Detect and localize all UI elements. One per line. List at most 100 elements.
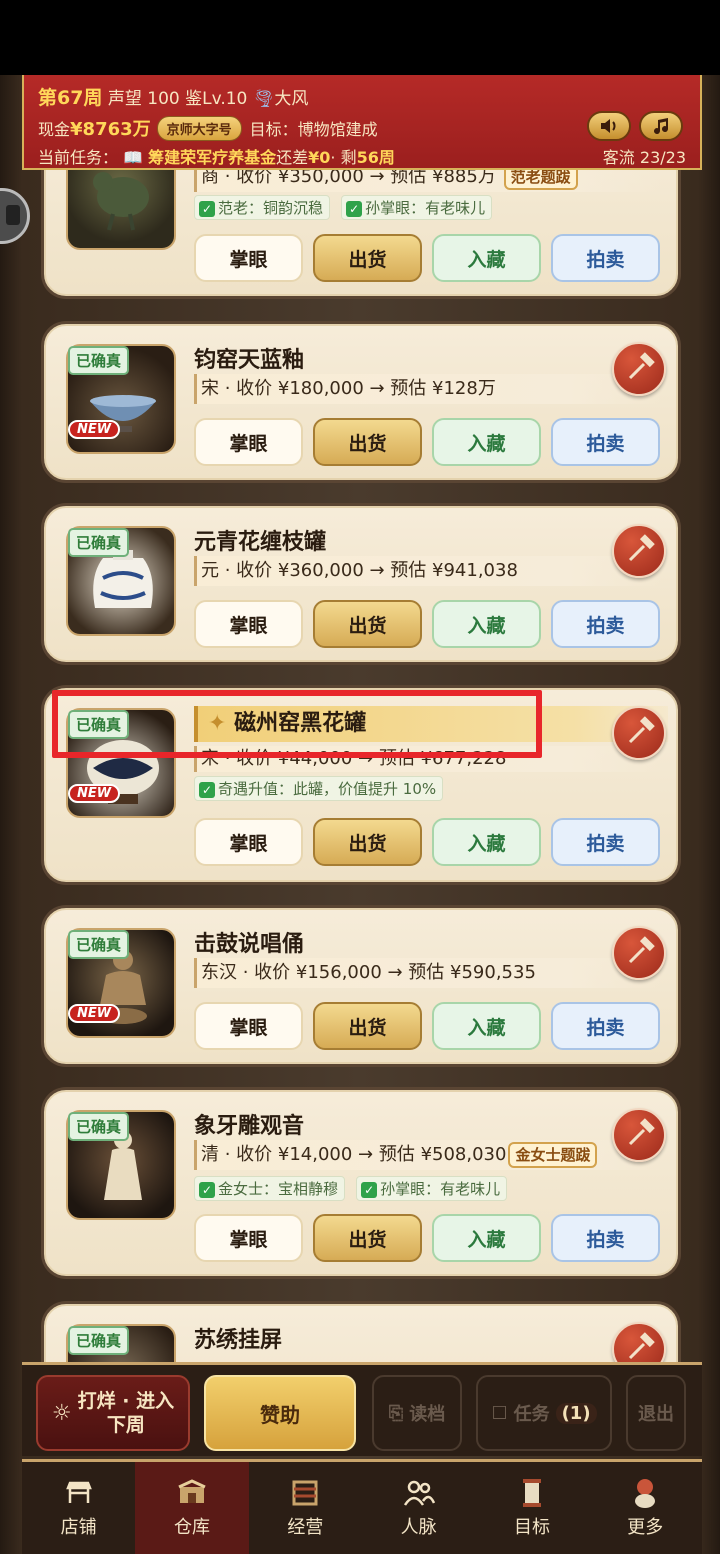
sound-button[interactable] [587,111,631,141]
item-price-info: 宋 · 收价 ¥180,000 → 预估 ¥128万 [194,374,662,404]
trait-chip: ✓ 孙掌眼：有老味儿 [341,195,493,220]
nav-shop[interactable]: 店铺 [22,1462,135,1554]
item-traits: ✓ 奇遇升值：此罐，价值提升 10% [194,776,449,801]
item-traits: ✓ 金女士：宝相静穆 ✓ 孙掌眼：有老味儿 [194,1176,513,1201]
next-week-label: 打烊 · 进入 下周 [78,1389,174,1437]
appraise-button[interactable]: 掌眼 [194,234,303,282]
highlight-annotation-box [52,690,542,758]
ship-button[interactable]: 出货 [313,818,422,866]
trait-chip: ✓ 范老：铜韵沉稳 [194,195,331,220]
auction-button[interactable]: 拍卖 [551,418,660,466]
trait-text: 金女士：宝相静穆 [218,1180,339,1198]
sponsor-button[interactable]: 赞助 [204,1375,356,1451]
collect-button[interactable]: 入藏 [432,600,541,648]
appraise-button[interactable]: 掌眼 [194,818,303,866]
item-card: 已确真 象牙雕观音 清 · 收价 ¥14,000 → 预估 ¥508,030 金女… [44,1090,678,1276]
auction-hammer-button[interactable] [612,342,666,396]
item-price-info: 清 · 收价 ¥14,000 → 预估 ¥508,030 金女士题跋 [194,1140,662,1170]
status-line-1: 第67周 声望 100 鉴Lv.10 🌪大风 [38,83,308,110]
item-actions: 掌眼 出货 入藏 拍卖 [194,1002,660,1050]
item-title: 钧窑天蓝釉 [194,348,305,373]
warehouse-icon [176,1477,208,1509]
inscription-tag: 金女士题跋 [508,1142,598,1168]
nav-business[interactable]: 经营 [249,1462,362,1554]
item-title: 击鼓说唱俑 [194,932,305,957]
nav-warehouse[interactable]: 仓库 [135,1462,249,1554]
auction-button[interactable]: 拍卖 [551,1002,660,1050]
appraise-button[interactable]: 掌眼 [194,418,303,466]
trait-text: 孙掌眼：有老味儿 [380,1180,501,1198]
appraise-button[interactable]: 掌眼 [194,600,303,648]
auction-button[interactable]: 拍卖 [551,600,660,648]
shop-icon [63,1477,95,1509]
item-actions: 掌眼 出货 入藏 拍卖 [194,234,660,282]
auction-button[interactable]: 拍卖 [551,234,660,282]
tasks-button[interactable]: ☐ 任务 (1) [476,1375,612,1451]
sun-icon: ☼ [51,1400,72,1426]
scroll-icon [516,1477,548,1509]
people-icon [403,1477,435,1509]
auction-hammer-button[interactable] [612,1108,666,1162]
hammer-icon [628,716,655,744]
week-label: 第67周 [38,87,103,109]
music-note-icon [654,118,669,135]
new-badge: NEW [68,784,121,803]
item-price-text: 清 · 收价 ¥14,000 → 预估 ¥508,030 [201,1144,507,1165]
task-label: 任务 [513,1404,550,1425]
nav-goals[interactable]: 目标 [475,1462,588,1554]
item-thumbnail [66,170,176,250]
handle-icon [6,205,20,225]
bronze-bird-image [93,172,149,231]
ship-button[interactable]: 出货 [313,600,422,648]
auction-hammer-button[interactable] [612,1322,666,1362]
task-weeks-value: 56周 [356,148,395,167]
collect-button[interactable]: 入藏 [432,234,541,282]
collect-button[interactable]: 入藏 [432,1002,541,1050]
task-weeks-prefix: · 剩 [330,148,357,167]
collect-button[interactable]: 入藏 [432,1214,541,1262]
auction-button[interactable]: 拍卖 [551,818,660,866]
ship-button[interactable]: 出货 [313,1214,422,1262]
auction-hammer-button[interactable] [612,524,666,578]
nav-connections[interactable]: 人脉 [362,1462,475,1554]
exit-button[interactable]: 退出 [626,1375,686,1451]
cash-label: 现金 [38,120,71,139]
item-traits: ✓ 范老：铜韵沉稳 ✓ 孙掌眼：有老味儿 [194,195,498,220]
load-save-button[interactable]: ⎘ 读档 [372,1375,462,1451]
item-title: 象牙雕观音 [194,1114,305,1139]
ship-button[interactable]: 出货 [313,418,422,466]
appraise-button[interactable]: 掌眼 [194,1002,303,1050]
hammer-icon [628,534,655,562]
item-actions: 掌眼 出货 入藏 拍卖 [194,418,660,466]
music-button[interactable] [639,111,683,141]
collect-button[interactable]: 入藏 [432,418,541,466]
action-bar: ☼ 打烊 · 进入 下周 赞助 ⎘ 读档 ☐ 任务 (1) 退出 [22,1362,702,1456]
speaker-icon [601,119,616,133]
nav-label: 人脉 [400,1517,437,1538]
collect-button[interactable]: 入藏 [432,818,541,866]
appraise-button[interactable]: 掌眼 [194,1214,303,1262]
appraisal-level: 鉴Lv.10 [185,89,248,109]
item-card: 已确真 NEW 击鼓说唱俑 东汉 · 收价 ¥156,000 → 预估 ¥590… [44,908,678,1064]
verified-badge: 已确真 [68,528,130,557]
next-week-button[interactable]: ☼ 打烊 · 进入 下周 [36,1375,190,1451]
auction-hammer-button[interactable] [612,926,666,980]
bottom-navigation: 店铺 仓库 经营 人脉 目标 更多 [22,1459,702,1554]
item-actions: 掌眼 出货 入藏 拍卖 [194,1214,660,1262]
shop-title-pill: 京师大字号 [156,115,242,141]
auction-button[interactable]: 拍卖 [551,1214,660,1262]
ship-button[interactable]: 出货 [313,1002,422,1050]
task-name: 筹建荣军疗养基金 [148,148,277,167]
item-title: 苏绣挂屏 [194,1328,283,1353]
status-header: 第67周 声望 100 鉴Lv.10 🌪大风 现金 ¥8763万 京师大字号 目标… [22,75,702,170]
nav-more[interactable]: 更多 [589,1462,702,1554]
trait-chip: ✓ 金女士：宝相静穆 [194,1176,346,1201]
hammer-icon [628,352,655,380]
verified-badge: 已确真 [68,1112,130,1141]
ship-button[interactable]: 出货 [313,234,422,282]
warehouse-list[interactable]: 商 · 收价 ¥350,000 → 预估 ¥885万 范老题跋 ✓ 范老：铜韵沉稳… [0,170,720,1362]
task-remaining-value: ¥0 [308,148,331,167]
weather-icon: 🌪 [252,89,275,109]
auction-hammer-button[interactable] [612,706,666,760]
goal-text: 目标：博物馆建成 [249,120,378,139]
